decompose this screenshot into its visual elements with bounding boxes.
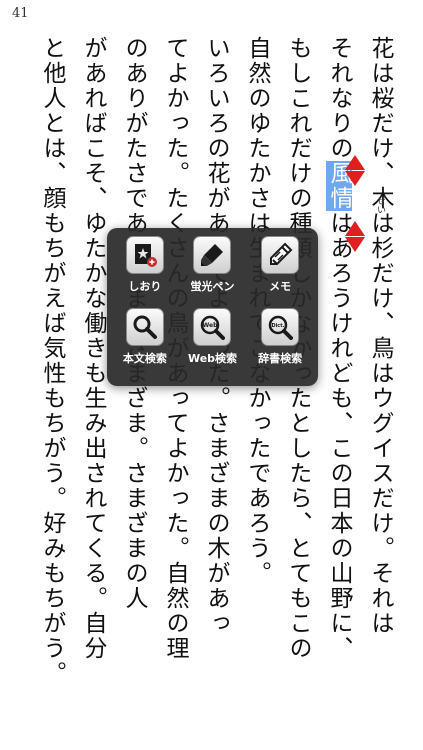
web-search-button[interactable]: Web Web検索: [179, 308, 247, 380]
selection-start-handle[interactable]: [345, 155, 365, 170]
memo-pencil-icon: [261, 236, 300, 274]
web-search-icon: Web: [193, 308, 232, 346]
search-icon: [125, 308, 164, 346]
dict-badge-text: Dict.: [272, 323, 285, 329]
bookmark-button[interactable]: しおり: [111, 236, 179, 308]
menu-label: しおり: [128, 280, 162, 293]
text-line: と他人とは、顔もちがえば気性もちがう。好みもちがう。: [39, 36, 65, 686]
menu-label: Web検索: [187, 352, 238, 365]
menu-label: 蛍光ペン: [190, 280, 235, 293]
text-line: があればこそ、ゆたかな働きも生み出されてくる。自分: [80, 36, 106, 661]
selection-context-menu: しおり 蛍光ペン メモ 本文検索 Web Web検索 Dict. 辞書検索: [107, 228, 318, 386]
menu-label: 辞書検索: [258, 352, 303, 365]
bookmark-icon: [125, 236, 164, 274]
highlighter-button[interactable]: 蛍光ペン: [179, 236, 247, 308]
text-search-button[interactable]: 本文検索: [111, 308, 179, 380]
web-badge-text: Web: [203, 322, 218, 329]
selection-end-handle-tail[interactable]: [345, 237, 365, 252]
selection-start-handle-tail[interactable]: [345, 171, 365, 186]
memo-button[interactable]: メモ: [246, 236, 314, 308]
menu-label: メモ: [269, 280, 292, 293]
highlighter-icon: [193, 236, 232, 274]
ruby-annotation: ぜい: [375, 196, 385, 214]
text-line: それなりの風情はあろうけれども、この日本の山野に、: [326, 36, 352, 661]
text-line: 花は桜だけ、木は杉だけ、鳥はウグイスだけ。それは: [367, 36, 393, 636]
page-number: 41: [12, 6, 29, 21]
dictionary-search-button[interactable]: Dict. 辞書検索: [246, 308, 314, 380]
dictionary-search-icon: Dict.: [261, 308, 300, 346]
menu-label: 本文検索: [122, 352, 167, 365]
selection-end-handle[interactable]: [345, 221, 365, 236]
